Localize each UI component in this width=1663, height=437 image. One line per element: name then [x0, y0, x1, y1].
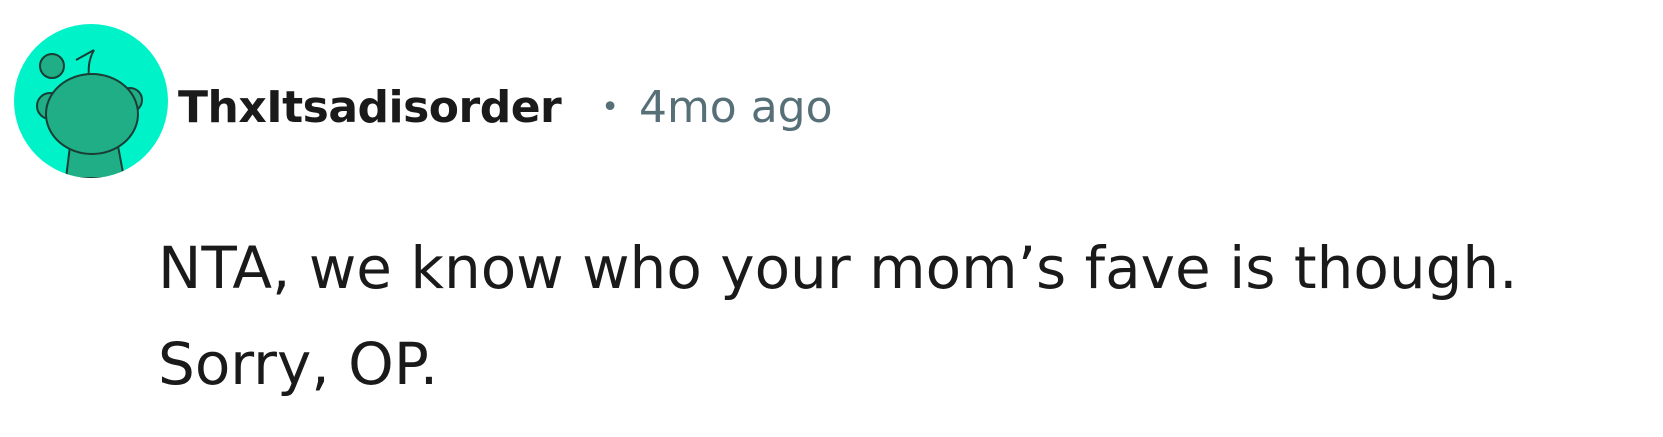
comment-body-line: Sorry, OP. — [158, 330, 439, 398]
meta-separator: • — [601, 89, 619, 125]
comment: ThxItsadisorder • 4mo ago NTA, we know w… — [0, 0, 1663, 437]
comment-meta: ThxItsadisorder • 4mo ago — [178, 72, 833, 142]
snoo-avatar-icon — [14, 24, 168, 178]
comment-timestamp[interactable]: 4mo ago — [639, 82, 833, 133]
author-username[interactable]: ThxItsadisorder — [178, 82, 562, 133]
comment-body-line: NTA, we know who your mom’s fave is thou… — [158, 234, 1518, 302]
user-avatar[interactable] — [14, 24, 168, 178]
comment-body: NTA, we know who your mom’s fave is thou… — [158, 220, 1638, 412]
